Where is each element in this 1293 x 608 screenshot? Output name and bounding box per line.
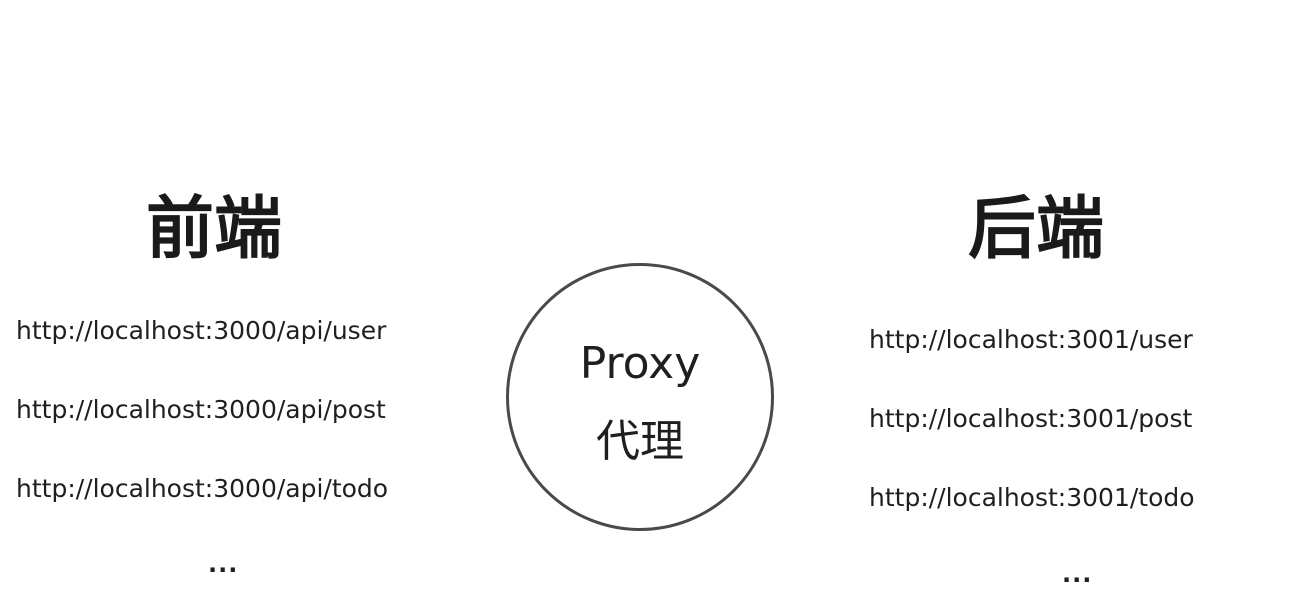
proxy-subtitle: 代理	[596, 416, 684, 467]
frontend-url-todo: http://localhost:3000/api/todo	[16, 474, 389, 503]
proxy-title: Proxy	[579, 338, 701, 389]
frontend-heading: 前端	[146, 190, 283, 269]
backend-url-todo: http://localhost:3001/todo	[869, 483, 1195, 512]
frontend-url-user: http://localhost:3000/api/user	[16, 316, 387, 345]
proxy-circle: Proxy 代理	[506, 263, 774, 531]
backend-url-user: http://localhost:3001/user	[869, 325, 1193, 354]
backend-url-post: http://localhost:3001/post	[869, 404, 1193, 433]
backend-ellipsis: ...	[1062, 560, 1093, 588]
frontend-url-post: http://localhost:3000/api/post	[16, 395, 386, 424]
backend-heading: 后端	[968, 190, 1105, 269]
frontend-ellipsis: ...	[208, 550, 239, 578]
